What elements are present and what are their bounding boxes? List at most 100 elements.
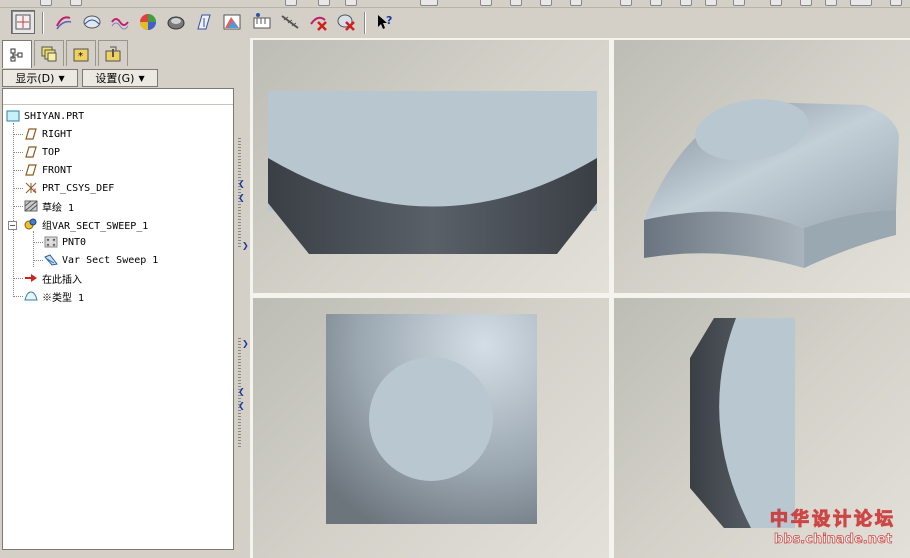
sketch-datum-curve-icon <box>56 16 72 30</box>
model-tree: SHIYAN.PRT RIGHT TOP FRONT x PRT_CSYS_DE… <box>2 88 234 550</box>
toolbar-separator <box>364 12 366 34</box>
tree-item-csys[interactable]: x PRT_CSYS_DEF <box>23 180 114 196</box>
toolbar-icon[interactable] <box>680 0 692 6</box>
datum-plane-button[interactable] <box>192 10 216 34</box>
view-manager-button[interactable] <box>11 10 35 34</box>
panel-splitter[interactable]: ❮ ❮ ❯ ❯ ❮ ❮ <box>236 38 250 558</box>
datum-point-icon <box>253 13 271 29</box>
chevron-down-icon: ▼ <box>138 73 145 83</box>
tree-collapse-toggle[interactable]: − <box>8 221 17 230</box>
datum-plane-icon <box>197 14 211 30</box>
tree-item-pnt0[interactable]: PNT0 <box>43 234 86 250</box>
toolbar-icon[interactable] <box>345 0 357 6</box>
tree-root-label: SHIYAN.PRT <box>24 110 85 122</box>
tab-tools[interactable] <box>98 40 128 66</box>
toolbar-icon[interactable] <box>318 0 330 6</box>
settings-menu-button[interactable]: 设置(G) ▼ <box>82 69 158 87</box>
navigator-menu-row: 显示(D) ▼ 设置(G) ▼ <box>0 68 248 88</box>
toolbar-icon[interactable] <box>70 0 82 6</box>
sweep-surface-button[interactable] <box>80 10 104 34</box>
toolbar-icon[interactable] <box>825 0 837 6</box>
tree-item-label: ※类型 1 <box>42 292 85 304</box>
toolbar-icon[interactable] <box>705 0 717 6</box>
show-menu-label: 显示(D) <box>15 72 55 85</box>
datum-curve-button[interactable] <box>108 10 132 34</box>
tree-item-label: RIGHT <box>42 128 73 140</box>
tab-favorites[interactable]: * <box>66 40 96 66</box>
coordinate-system-icon: x <box>23 181 39 195</box>
toolbar-icon[interactable] <box>480 0 492 6</box>
collapse-left-icon[interactable]: ❮ <box>238 194 246 202</box>
analysis-button[interactable] <box>220 10 244 34</box>
viewport-front[interactable] <box>253 40 609 293</box>
tree-item-top[interactable]: TOP <box>23 144 60 160</box>
collapse-left-icon[interactable]: ❮ <box>238 402 246 410</box>
toolbar-icon[interactable] <box>570 0 582 6</box>
toolbar-icon[interactable] <box>850 0 872 6</box>
part-icon <box>5 109 21 123</box>
toolbar-icon[interactable] <box>733 0 745 6</box>
tree-connector <box>13 123 14 297</box>
svg-text:?: ? <box>386 14 392 27</box>
sketch-datum-curve-button[interactable] <box>52 10 76 34</box>
tree-item-var-sect-sweep[interactable]: Var Sect Sweep 1 <box>43 252 158 268</box>
tree-item-front[interactable]: FRONT <box>23 162 72 178</box>
tree-item-label: FRONT <box>42 164 73 176</box>
svg-text:x: x <box>33 187 37 194</box>
model-tree-icon <box>10 48 23 61</box>
analysis-icon <box>223 14 241 30</box>
sketch-icon <box>23 199 39 213</box>
color-appearance-icon <box>140 14 156 30</box>
expand-right-icon[interactable]: ❯ <box>242 242 250 250</box>
toolbar-icon[interactable] <box>770 0 782 6</box>
tree-root-item[interactable]: SHIYAN.PRT <box>5 108 84 124</box>
tree-item-sketch[interactable]: 草绘 1 <box>23 198 74 214</box>
toolbar-icon[interactable] <box>420 0 438 6</box>
viewport-top[interactable] <box>253 298 609 558</box>
toolbar-icon[interactable] <box>510 0 522 6</box>
toolbar-icon[interactable] <box>650 0 662 6</box>
insert-here-arrow-icon <box>23 271 39 285</box>
viewport-isometric[interactable] <box>614 40 910 293</box>
collapse-left-icon[interactable]: ❮ <box>238 180 246 188</box>
front-view-model <box>268 91 597 254</box>
toolbar-icon[interactable] <box>540 0 552 6</box>
toolbar-icon[interactable] <box>620 0 632 6</box>
toolbar-icon[interactable] <box>40 0 52 6</box>
tree-connector <box>33 260 43 261</box>
saved-view-button[interactable] <box>164 10 188 34</box>
datum-plane-icon <box>23 145 39 159</box>
datum-point-button[interactable] <box>250 10 274 34</box>
measure-button[interactable] <box>278 10 302 34</box>
toolbar-icon[interactable] <box>890 0 902 6</box>
tree-item-label: PNT0 <box>62 236 87 248</box>
tab-model-tree[interactable] <box>2 40 32 68</box>
svg-text:*: * <box>78 51 83 62</box>
tree-item-surface[interactable]: ※类型 1 <box>23 288 84 304</box>
group-icon <box>23 217 39 231</box>
delete-analysis-button[interactable] <box>306 10 330 34</box>
tree-connector <box>13 296 23 297</box>
tab-layer-tree[interactable] <box>34 40 64 66</box>
datum-curve-icon <box>111 18 129 30</box>
delete-all-button[interactable] <box>334 10 358 34</box>
tree-item-label: 在此插入 <box>42 274 82 286</box>
expand-right-icon[interactable]: ❯ <box>242 340 250 348</box>
tree-item-right[interactable]: RIGHT <box>23 126 72 142</box>
collapse-left-icon[interactable]: ❮ <box>238 388 246 396</box>
delete-analysis-icon <box>310 16 327 31</box>
tree-connector <box>13 188 23 189</box>
context-help-icon: ? <box>378 14 392 29</box>
datum-point-icon <box>43 235 59 249</box>
tree-item-label: TOP <box>42 146 61 158</box>
tree-item-group[interactable]: 组VAR_SECT_SWEEP_1 <box>23 216 148 232</box>
toolbar-icon[interactable] <box>800 0 812 6</box>
toolbar-icon[interactable] <box>285 0 297 6</box>
proe-window: ? * 显示(D) ▼ 设置(G) ▼ SHIYAN.PRT RIGHT TOP… <box>0 0 910 558</box>
favorites-icon: * <box>73 48 89 62</box>
saved-view-icon <box>167 16 185 30</box>
show-menu-button[interactable]: 显示(D) ▼ <box>2 69 78 87</box>
tree-item-insert-here[interactable]: 在此插入 <box>23 270 82 286</box>
context-help-button[interactable]: ? <box>372 10 396 34</box>
color-appearance-button[interactable] <box>136 10 160 34</box>
